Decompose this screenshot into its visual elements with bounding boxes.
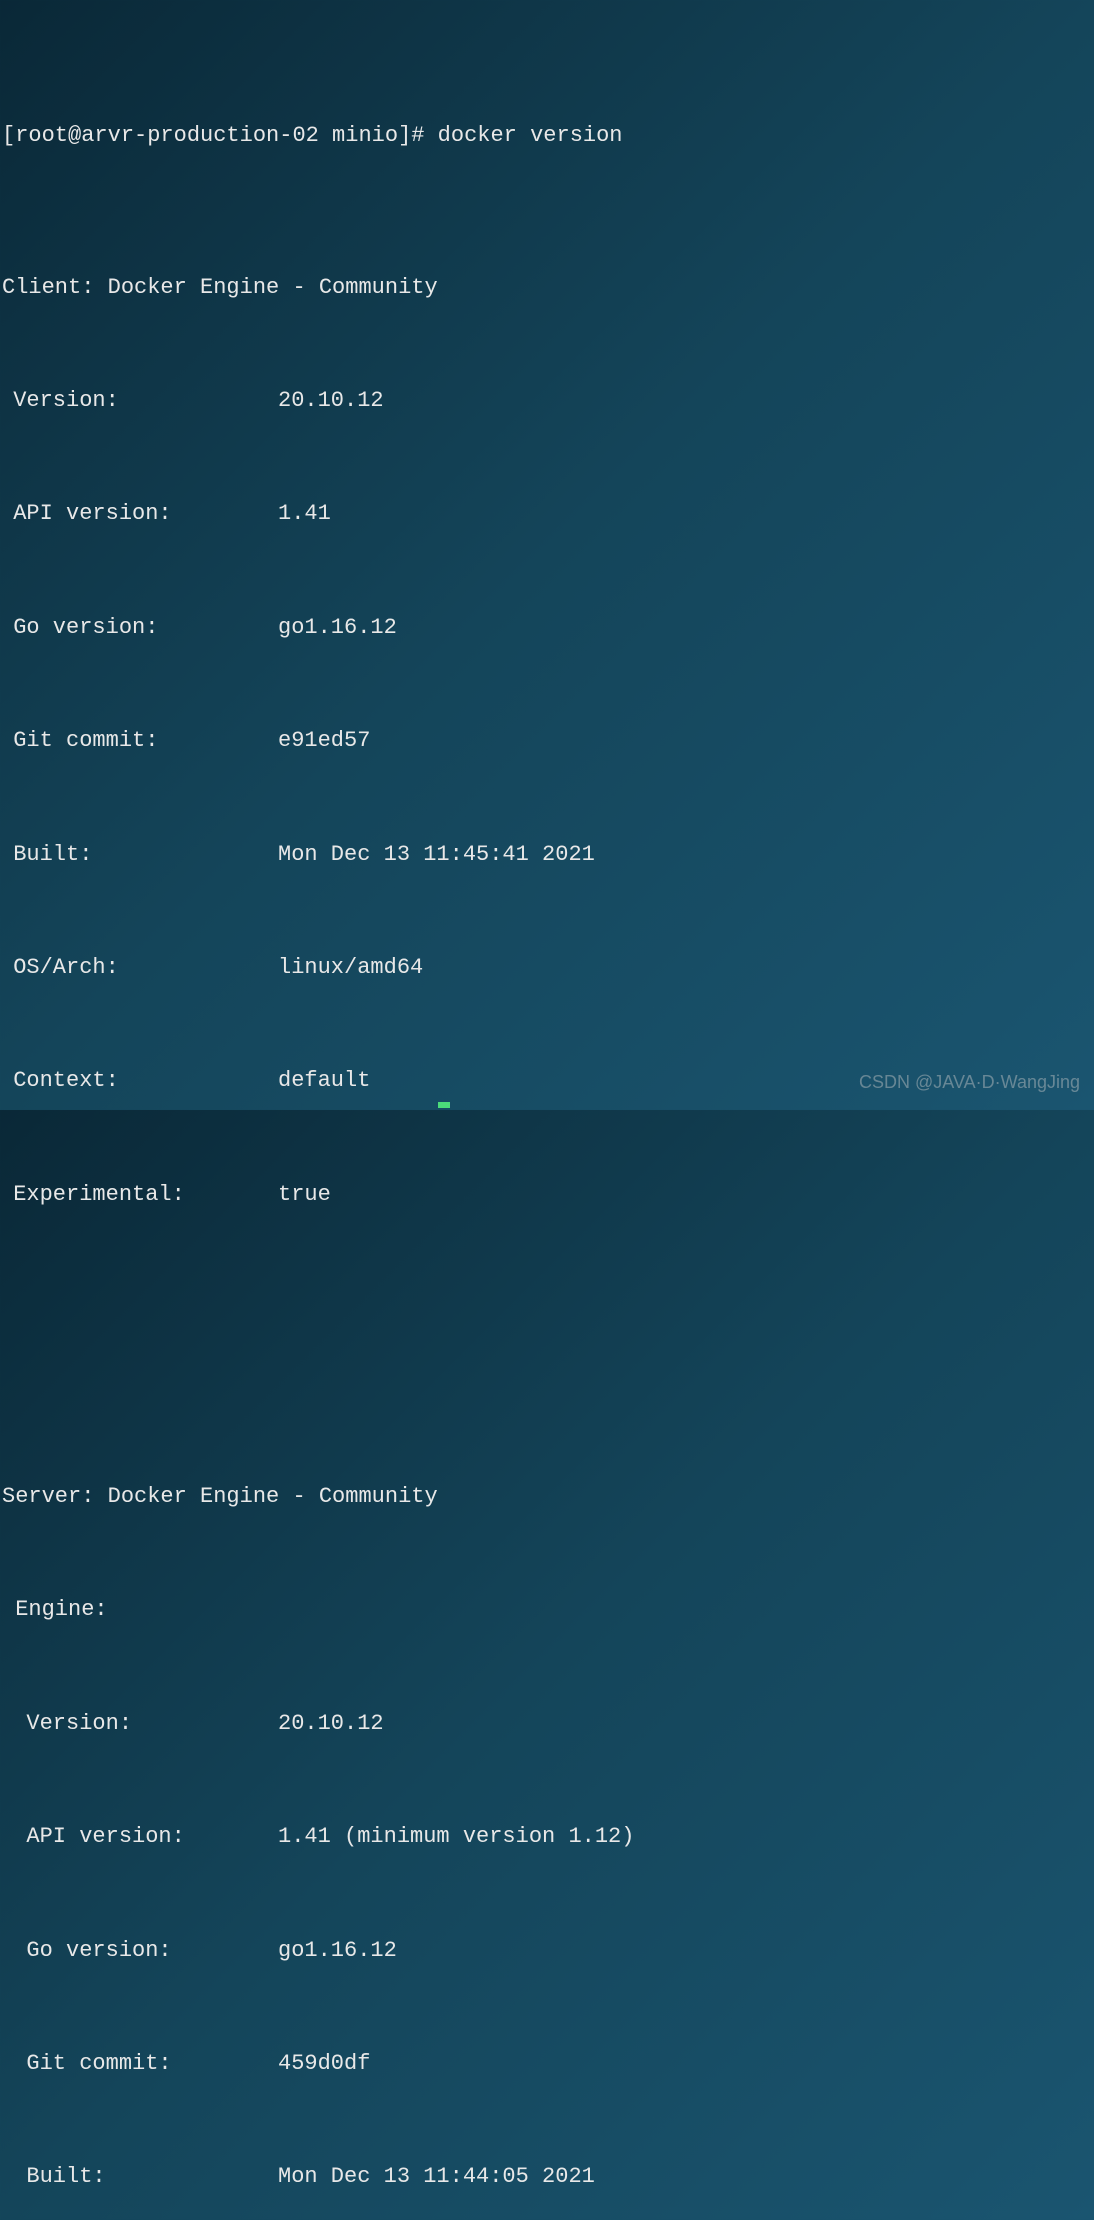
- label: Go version:: [0, 1932, 278, 1970]
- client-version: Version:20.10.12: [0, 382, 1094, 420]
- value: go1.16.12: [278, 1932, 397, 1970]
- value: 20.10.12: [278, 1705, 384, 1743]
- client-api-version: API version:1.41: [0, 495, 1094, 533]
- engine-built: Built:Mon Dec 13 11:44:05 2021: [0, 2158, 1094, 2196]
- label: Experimental:: [0, 1176, 278, 1214]
- value: 459d0df: [278, 2045, 370, 2083]
- value: Mon Dec 13 11:44:05 2021: [278, 2158, 595, 2196]
- blank-line: [0, 1327, 1094, 1365]
- value: 1.41: [278, 495, 331, 533]
- label: API version:: [0, 495, 278, 533]
- client-git-commit: Git commit:e91ed57: [0, 722, 1094, 760]
- client-header: Client: Docker Engine - Community: [0, 269, 1094, 307]
- client-experimental: Experimental:true: [0, 1176, 1094, 1214]
- label: Version:: [0, 382, 278, 420]
- engine-version: Version:20.10.12: [0, 1705, 1094, 1743]
- value: Mon Dec 13 11:45:41 2021: [278, 836, 595, 874]
- label: Built:: [0, 2158, 278, 2196]
- label: OS/Arch:: [0, 949, 278, 987]
- value: default: [278, 1062, 370, 1100]
- value: 20.10.12: [278, 382, 384, 420]
- value: go1.16.12: [278, 609, 397, 647]
- engine-git-commit: Git commit:459d0df: [0, 2045, 1094, 2083]
- label: Go version:: [0, 609, 278, 647]
- engine-go-version: Go version:go1.16.12: [0, 1932, 1094, 1970]
- label: Context:: [0, 1062, 278, 1100]
- command-text: docker version: [438, 117, 623, 155]
- value: true: [278, 1176, 331, 1214]
- engine-api-version: API version:1.41 (minimum version 1.12): [0, 1818, 1094, 1856]
- value: e91ed57: [278, 722, 370, 760]
- engine-title: Engine:: [0, 1591, 1094, 1629]
- value: 1.41 (minimum version 1.12): [278, 1818, 634, 1856]
- client-os-arch: OS/Arch:linux/amd64: [0, 949, 1094, 987]
- terminal-output[interactable]: [root@arvr-production-02 minio]# docker …: [0, 4, 1094, 2220]
- value: linux/amd64: [278, 949, 423, 987]
- label: Git commit:: [0, 2045, 278, 2083]
- label: API version:: [0, 1818, 278, 1856]
- watermark-text: CSDN @JAVA·D·WangJing: [859, 1064, 1080, 1102]
- label: Version:: [0, 1705, 278, 1743]
- client-go-version: Go version:go1.16.12: [0, 609, 1094, 647]
- shell-prompt: [root@arvr-production-02 minio]#: [2, 117, 438, 155]
- client-built: Built:Mon Dec 13 11:45:41 2021: [0, 836, 1094, 874]
- label: Built:: [0, 836, 278, 874]
- label: Git commit:: [0, 722, 278, 760]
- prompt-line: [root@arvr-production-02 minio]# docker …: [0, 117, 1094, 155]
- cursor-icon: [438, 1102, 450, 1108]
- server-header: Server: Docker Engine - Community: [0, 1478, 1094, 1516]
